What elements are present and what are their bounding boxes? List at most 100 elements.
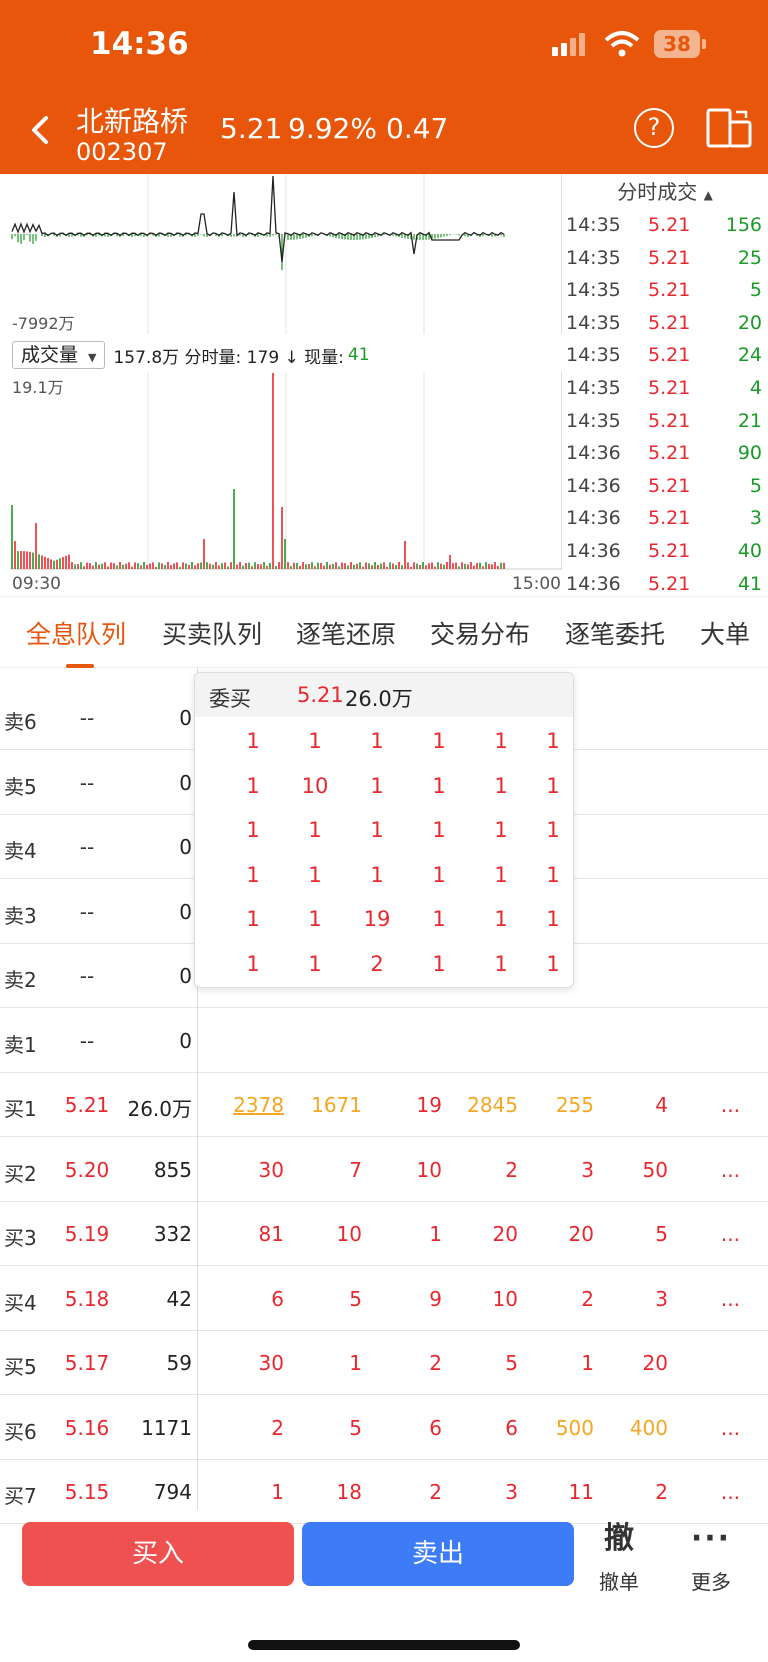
tick-volume: 156 — [725, 214, 762, 236]
home-indicator — [248, 1640, 520, 1650]
bid-row[interactable]: 买4 5.18 42 6 5 9 10 2 3... — [0, 1267, 768, 1331]
sell-button[interactable]: 卖出 — [302, 1522, 574, 1586]
popup-order-size: 10 — [301, 773, 329, 798]
stock-change: 0.47 — [386, 112, 449, 145]
level-price: 5.21 — [64, 1093, 110, 1117]
level-price: -- — [79, 899, 95, 924]
cancel-order-button[interactable]: 撤 撤单 — [594, 1522, 644, 1595]
tick-volume: 5 — [749, 474, 762, 497]
fund-flow-chart: -7992万 — [10, 174, 562, 334]
level-volume: 855 — [153, 1157, 192, 1182]
queue-order-size: 6 — [271, 1286, 284, 1311]
bid-row[interactable]: 买3 5.19 332 81 10 1 20 20 5... — [0, 1202, 768, 1266]
back-arrow-icon[interactable] — [24, 112, 60, 148]
tab-trade-distribution[interactable]: 交易分布 — [430, 615, 530, 651]
tick-row: 14:35 5.21 20 — [562, 308, 768, 341]
volume-plot — [10, 372, 562, 570]
bid-row[interactable]: 买6 5.16 1171 2 5 6 6 500 400... — [0, 1396, 768, 1460]
tick-volume: 20 — [737, 311, 762, 334]
help-icon[interactable]: ? — [634, 108, 674, 148]
queue-order-size: 10 — [416, 1157, 442, 1182]
level-label: 卖3 — [4, 903, 37, 928]
battery-icon: 38 — [654, 30, 700, 58]
volume-selector[interactable]: 成交量 ▼ — [12, 341, 106, 369]
popup-order-size: 1 — [370, 729, 384, 753]
time-start-label: 09:30 — [12, 574, 61, 594]
tab-bid-ask-queue[interactable]: 买卖队列 — [162, 615, 262, 651]
queue-order-size: 1 — [349, 1351, 362, 1375]
level-volume: 1171 — [141, 1415, 192, 1440]
tick-volume: 40 — [737, 539, 762, 562]
queue-order-size: 2845 — [467, 1093, 518, 1117]
buy-button[interactable]: 买入 — [22, 1522, 294, 1586]
level-volume: 42 — [166, 1286, 192, 1311]
tab-full-queue[interactable]: 全息队列 — [26, 615, 126, 651]
more-orders-indicator: ... — [720, 1093, 740, 1117]
level-label: 买4 — [4, 1290, 37, 1315]
tab-tick-restore[interactable]: 逐笔还原 — [296, 615, 396, 651]
caret-down-icon: ▼ — [88, 351, 97, 364]
tick-price: 5.21 — [648, 376, 691, 399]
tick-price: 5.21 — [648, 246, 691, 269]
bid-row[interactable]: 买2 5.20 855 30 7 10 2 3 50... — [0, 1138, 768, 1202]
queue-order-size: 3 — [505, 1480, 518, 1504]
queue-order-size: 1 — [271, 1480, 284, 1504]
popup-title: 委买 — [209, 687, 251, 711]
tab-indicator — [66, 664, 94, 668]
stock-code: 002307 — [76, 138, 168, 166]
queue-order-size: 1 — [581, 1351, 594, 1375]
queue-order-size: 255 — [555, 1093, 594, 1117]
level-volume: 0 — [179, 964, 192, 988]
queue-order-size: 400 — [629, 1415, 668, 1440]
popup-order-size: 1 — [546, 818, 560, 842]
queue-order-size: 10 — [336, 1222, 362, 1246]
level-label: 买3 — [4, 1226, 37, 1250]
queue-order-size: 3 — [655, 1286, 668, 1311]
level-volume: 0 — [179, 770, 192, 795]
tick-volume: 3 — [749, 507, 762, 530]
tick-price: 5.21 — [648, 539, 691, 562]
tick-time: 14:36 — [566, 474, 621, 497]
switch-landscape-icon[interactable] — [706, 108, 752, 148]
bid-row[interactable]: 买1 5.21 26.0万 2378 1671 19 2845 255 4... — [0, 1073, 768, 1137]
tick-row: 14:35 5.21 21 — [562, 406, 768, 439]
level-price: -- — [79, 770, 95, 795]
signal-icon — [552, 33, 585, 56]
ask-row[interactable]: 卖1 -- 0 — [0, 1009, 768, 1073]
more-button[interactable]: ··· 更多 — [686, 1522, 736, 1595]
queue-order-size: 30 — [258, 1351, 284, 1375]
popup-price: 5.21 — [297, 683, 344, 707]
popup-order-size: 1 — [494, 773, 508, 798]
volume-info-bar: 成交量 ▼ 157.8万 分时量: 179 ↓ 现量: 41 — [12, 339, 560, 371]
cancel-label: 撤单 — [599, 1570, 639, 1594]
popup-volume: 26.0万 — [345, 687, 413, 711]
tick-time: 14:35 — [566, 311, 621, 334]
queue-order-size: 20 — [642, 1351, 668, 1375]
queue-order-size: 2378 — [233, 1093, 284, 1117]
queue-order-size: 1671 — [311, 1093, 362, 1117]
queue-order-size: 2 — [655, 1480, 668, 1504]
tab-large-orders[interactable]: 大单 — [700, 615, 750, 651]
tab-tick-orders[interactable]: 逐笔委托 — [565, 615, 665, 651]
queue-order-size: 2 — [429, 1480, 442, 1504]
level-label: 买6 — [4, 1419, 37, 1444]
tick-price: 5.21 — [648, 344, 691, 367]
tick-list-header[interactable]: 分时成交 ▲ — [562, 174, 768, 210]
popup-order-size: 1 — [432, 951, 446, 976]
popup-order-size: 1 — [246, 729, 260, 753]
queue-order-size: 5 — [349, 1415, 362, 1440]
tick-price: 5.21 — [648, 507, 691, 530]
level-price: -- — [79, 964, 95, 988]
popup-order-size: 1 — [546, 773, 560, 798]
tick-row: 14:35 5.21 24 — [562, 340, 768, 373]
popup-order-size: 19 — [363, 907, 391, 931]
tick-list[interactable]: 分时成交 ▲ 14:35 5.21 156 14:35 5.21 25 14:35 5.21 5… — [562, 174, 768, 601]
bid-row[interactable]: 买5 5.17 59 30 1 2 5 1 20 — [0, 1331, 768, 1395]
queue-order-size: 2 — [429, 1351, 442, 1375]
battery-tip — [702, 39, 706, 49]
queue-order-size: 6 — [429, 1415, 442, 1440]
tick-time: 14:35 — [566, 409, 621, 432]
popup-order-size: 1 — [370, 862, 384, 887]
level-price: -- — [79, 1028, 95, 1053]
bid-row[interactable]: 买7 5.15 794 1 18 2 3 11 2... — [0, 1460, 768, 1524]
